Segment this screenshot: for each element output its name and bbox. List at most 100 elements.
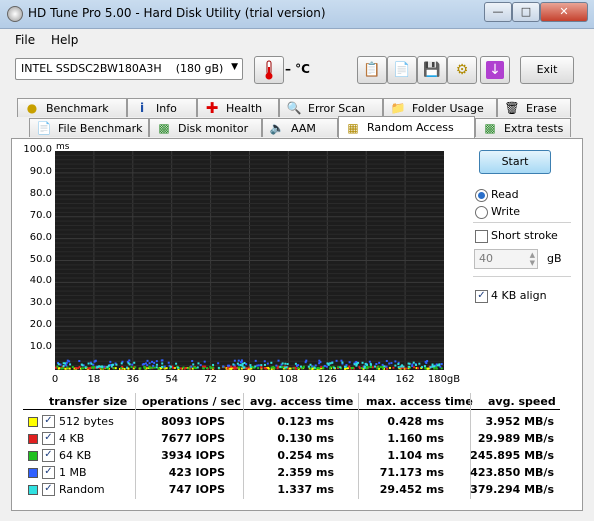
short-stroke-value: 40 xyxy=(479,252,493,265)
data-point xyxy=(57,363,60,366)
spin-down-icon[interactable]: ▼ xyxy=(530,259,535,267)
data-point xyxy=(358,366,361,369)
data-point xyxy=(363,366,366,369)
data-point xyxy=(249,366,252,369)
window-bottom xyxy=(0,512,594,521)
data-point xyxy=(374,365,377,368)
copy-screenshot-button[interactable]: 📄 xyxy=(387,56,417,84)
series-checkbox[interactable]: ✓ xyxy=(42,483,55,496)
header-transfer-size: transfer size xyxy=(49,395,128,408)
data-point xyxy=(58,367,61,370)
data-point xyxy=(440,363,443,366)
data-point xyxy=(292,367,295,370)
data-point xyxy=(241,362,244,365)
menu-help[interactable]: Help xyxy=(51,33,78,47)
write-label: Write xyxy=(491,205,521,218)
tab-extra-tests[interactable]: ▩ Extra tests xyxy=(475,118,571,137)
data-point xyxy=(335,359,338,362)
drive-name: INTEL SSDSC2BW180A3H (180 gB) xyxy=(21,62,224,75)
data-point xyxy=(167,361,170,364)
data-point xyxy=(153,361,156,364)
data-point xyxy=(179,367,182,370)
download-button[interactable]: ↓ xyxy=(480,56,510,84)
short-stroke-spinner[interactable]: 40 ▲ ▼ xyxy=(474,249,538,269)
series-checkbox[interactable]: ✓ xyxy=(42,466,55,479)
data-point xyxy=(371,366,374,369)
data-point xyxy=(364,362,367,365)
copy-text-icon: 📋 xyxy=(363,62,381,78)
tab-info[interactable]: i Info xyxy=(127,98,197,117)
data-point xyxy=(103,365,106,368)
y-tick-label: 50.0 xyxy=(29,253,52,265)
read-radio[interactable] xyxy=(475,189,488,202)
data-point xyxy=(318,367,321,370)
table-row: ✓ 64 KB 3934 IOPS 0.254 ms 1.104 ms 245.895 M… xyxy=(23,447,560,464)
data-point xyxy=(311,367,314,370)
data-point xyxy=(131,363,134,366)
avg-access-value: 0.123 ms xyxy=(277,415,334,428)
tab-health[interactable]: ✚ Health xyxy=(197,98,279,117)
data-point xyxy=(60,367,63,370)
options-button[interactable]: ⚙ xyxy=(447,56,477,84)
table-row: ✓ 1 MB 423 IOPS 2.359 ms 71.173 ms 423.850 MB… xyxy=(23,464,560,481)
erase-icon: 🗑 xyxy=(504,101,520,115)
data-point xyxy=(408,365,411,368)
tab-aam[interactable]: 🔈 AAM xyxy=(262,118,338,137)
menu-file[interactable]: File xyxy=(15,33,35,47)
spin-up-icon[interactable]: ▲ xyxy=(530,251,535,259)
close-button[interactable]: ✕ xyxy=(540,2,588,22)
y-tick-label: 60.0 xyxy=(29,231,52,243)
data-point xyxy=(376,367,379,370)
drive-select[interactable]: INTEL SSDSC2BW180A3H (180 gB) ▼ xyxy=(15,58,243,80)
data-point xyxy=(379,366,382,369)
data-point xyxy=(130,366,133,369)
data-point xyxy=(256,364,259,367)
exit-button[interactable]: Exit xyxy=(520,56,574,84)
data-point xyxy=(341,361,344,364)
data-point xyxy=(426,360,429,363)
start-button[interactable]: Start xyxy=(479,150,551,174)
write-radio[interactable] xyxy=(475,206,488,219)
data-point xyxy=(251,366,254,369)
y-tick-label: 20.0 xyxy=(29,319,52,331)
data-point xyxy=(378,361,381,364)
data-point xyxy=(98,365,101,368)
tab-benchmark[interactable]: ● Benchmark xyxy=(17,98,127,117)
data-point xyxy=(101,365,104,368)
data-point xyxy=(153,366,156,369)
avg-access-value: 2.359 ms xyxy=(277,466,334,479)
copy-text-button[interactable]: 📋 xyxy=(357,56,387,84)
tab-random-access[interactable]: ▦ Random Access xyxy=(338,116,475,138)
data-point xyxy=(323,365,326,368)
maximize-button[interactable]: □ xyxy=(512,2,540,22)
tab-disk-monitor[interactable]: ▩ Disk monitor xyxy=(149,118,262,137)
tab-file-benchmark[interactable]: 📄 File Benchmark xyxy=(29,118,149,137)
data-point xyxy=(155,363,158,366)
data-point xyxy=(93,366,96,369)
save-button[interactable]: 💾 xyxy=(417,56,447,84)
temperature-button[interactable] xyxy=(254,56,284,84)
series-checkbox[interactable]: ✓ xyxy=(42,449,55,462)
data-point xyxy=(65,364,68,367)
data-point xyxy=(381,363,384,366)
tab-error-scan[interactable]: 🔍 Error Scan xyxy=(279,98,383,117)
data-point xyxy=(309,363,312,366)
short-stroke-checkbox[interactable] xyxy=(475,230,488,243)
data-point xyxy=(152,364,155,367)
minimize-button[interactable]: — xyxy=(484,2,512,22)
tab-erase[interactable]: 🗑 Erase xyxy=(497,98,571,117)
data-point xyxy=(433,367,436,370)
data-point xyxy=(344,365,347,368)
data-point xyxy=(143,365,146,368)
data-point xyxy=(431,365,434,368)
data-point xyxy=(187,367,190,370)
data-point xyxy=(402,365,405,368)
tab-folder-usage[interactable]: 📁 Folder Usage xyxy=(383,98,497,117)
align-checkbox[interactable]: ✓ xyxy=(475,290,488,303)
series-checkbox[interactable]: ✓ xyxy=(42,432,55,445)
data-point xyxy=(217,366,220,369)
series-checkbox[interactable]: ✓ xyxy=(42,415,55,428)
data-point xyxy=(176,366,179,369)
data-point xyxy=(412,366,415,369)
data-point xyxy=(239,364,242,367)
